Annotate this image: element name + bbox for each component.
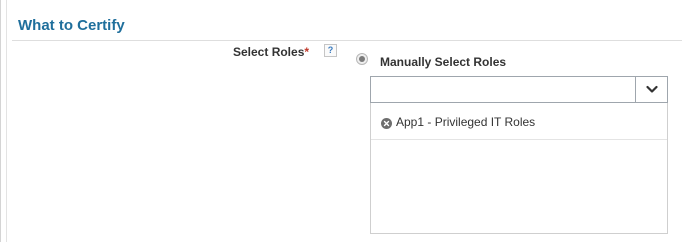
roles-search-input[interactable] bbox=[371, 77, 635, 102]
selected-roles-list: App1 - Privileged IT Roles bbox=[370, 103, 668, 234]
page-left-border bbox=[0, 0, 1, 242]
chevron-down-icon bbox=[645, 85, 658, 93]
roles-combobox bbox=[370, 76, 668, 103]
select-roles-label: Select Roles* bbox=[233, 45, 309, 59]
help-icon[interactable]: ? bbox=[324, 44, 337, 57]
manually-select-roles-radio[interactable] bbox=[356, 53, 368, 65]
section-title: What to Certify bbox=[18, 17, 125, 34]
radio-selected-dot bbox=[359, 56, 365, 62]
section-divider bbox=[12, 40, 682, 41]
roles-dropdown-button[interactable] bbox=[635, 77, 667, 102]
remove-circle-icon[interactable] bbox=[381, 118, 392, 129]
select-roles-label-text: Select Roles bbox=[233, 45, 305, 59]
selected-role-label: App1 - Privileged IT Roles bbox=[396, 115, 536, 129]
required-marker: * bbox=[304, 45, 310, 59]
content-left-border bbox=[6, 0, 7, 242]
manually-select-roles-label[interactable]: Manually Select Roles bbox=[380, 55, 506, 69]
list-item: App1 - Privileged IT Roles bbox=[371, 103, 667, 140]
